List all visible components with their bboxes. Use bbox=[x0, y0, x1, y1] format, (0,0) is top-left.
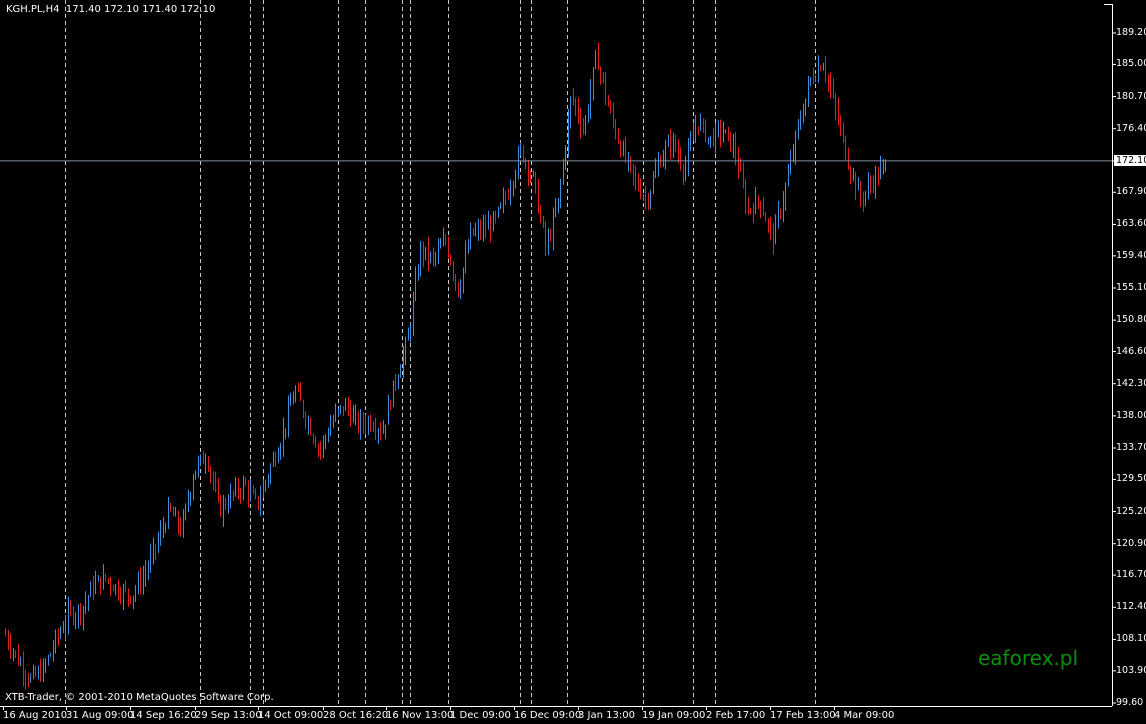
price-tick-label: 146.60 bbox=[1116, 345, 1146, 357]
time-tick-label: 16 Aug 2010 bbox=[3, 710, 68, 721]
time-tick-label: 14 Oct 09:00 bbox=[258, 710, 324, 721]
price-tick-label: 159.40 bbox=[1116, 249, 1146, 261]
time-tick-label: 17 Feb 13:00 bbox=[770, 710, 836, 721]
time-tick-label: 31 Aug 09:00 bbox=[66, 710, 134, 721]
price-tick-label: 112.40 bbox=[1116, 601, 1146, 613]
price-chart[interactable] bbox=[0, 0, 1146, 724]
price-tick-label: 138.00 bbox=[1116, 409, 1146, 421]
price-tick-label: 167.90 bbox=[1116, 186, 1146, 198]
time-tick-label: 14 Sep 16:20 bbox=[130, 710, 197, 721]
price-tick-label: 189.20 bbox=[1116, 27, 1146, 38]
price-tick-label: 120.90 bbox=[1116, 537, 1146, 549]
price-tick-label: 150.80 bbox=[1116, 314, 1146, 326]
time-tick-label: 4 Mar 09:00 bbox=[834, 710, 895, 721]
symbol-label: KGH.PL,H4 bbox=[6, 4, 60, 15]
ohlc-readout: 171.40 172.10 171.40 172.10 bbox=[65, 4, 216, 15]
price-tick-label: 142.30 bbox=[1116, 377, 1146, 389]
time-tick-label: 28 Oct 16:20 bbox=[323, 710, 389, 721]
price-tick-label: 125.20 bbox=[1116, 505, 1146, 517]
price-tick-label: 155.10 bbox=[1116, 281, 1146, 293]
current-price-label: 172.10 bbox=[1114, 154, 1146, 166]
time-tick-label: 16 Nov 13:00 bbox=[386, 710, 454, 721]
watermark-logo: eaforex.pl bbox=[978, 646, 1079, 670]
price-tick-label: 176.40 bbox=[1116, 122, 1146, 134]
time-tick-label: 3 Jan 13:00 bbox=[578, 710, 635, 721]
price-tick-label: 163.60 bbox=[1116, 218, 1146, 230]
time-tick-label: 29 Sep 13:00 bbox=[195, 710, 262, 721]
price-tick-label: 99.60 bbox=[1116, 697, 1144, 708]
time-tick-label: 1 Dec 09:00 bbox=[450, 710, 511, 721]
price-tick-label: 129.50 bbox=[1116, 473, 1146, 485]
time-tick-label: 16 Dec 09:00 bbox=[514, 710, 582, 721]
chart-header: KGH.PL,H4 171.40 172.10 171.40 172.10 bbox=[6, 4, 215, 15]
time-tick-label: 19 Jan 09:00 bbox=[642, 710, 706, 721]
price-tick-label: 116.70 bbox=[1116, 569, 1146, 581]
price-tick-label: 180.70 bbox=[1116, 90, 1146, 102]
price-tick-label: 133.70 bbox=[1116, 442, 1146, 453]
price-tick-label: 103.90 bbox=[1116, 664, 1146, 676]
copyright-text: XTB-Trader, © 2001-2010 MetaQuotes Softw… bbox=[5, 692, 274, 703]
price-tick-label: 185.00 bbox=[1116, 58, 1146, 70]
price-tick-label: 108.10 bbox=[1116, 633, 1146, 645]
time-tick-label: 2 Feb 17:00 bbox=[706, 710, 766, 721]
